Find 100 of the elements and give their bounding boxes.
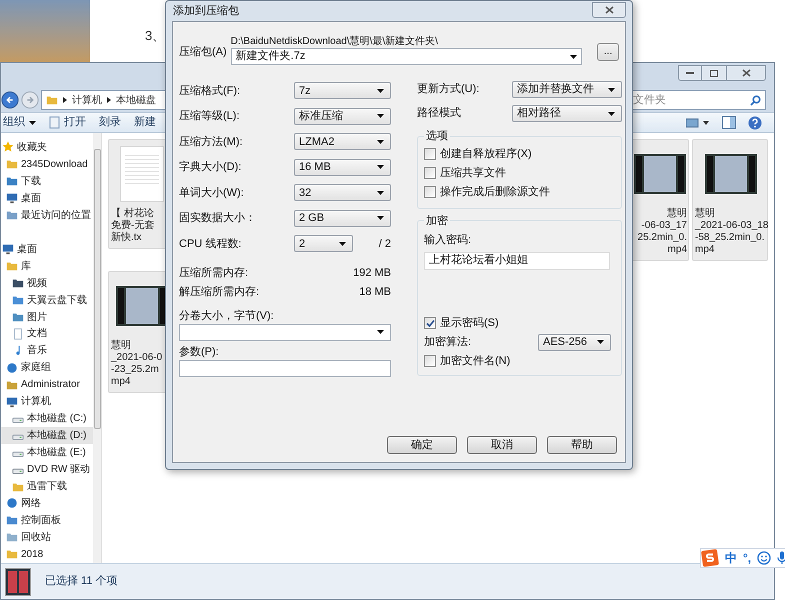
browse-button[interactable]: ... bbox=[597, 43, 619, 61]
dropdown-caret-icon bbox=[377, 88, 384, 93]
dropdown-caret-icon bbox=[570, 54, 578, 58]
nav-item[interactable]: 回收站 bbox=[1, 528, 93, 546]
file-tile[interactable]: 慧明 _2021-06-03_18 -58_25.2min_0. mp4 bbox=[692, 139, 768, 261]
nav-item[interactable]: 库 bbox=[1, 258, 93, 275]
toolbar-button[interactable]: 组织 bbox=[3, 114, 36, 131]
nav-item[interactable]: 控制面板 bbox=[1, 512, 93, 529]
input-method-logo-icon[interactable] bbox=[701, 549, 719, 567]
dropdown[interactable]: 2 bbox=[294, 235, 353, 252]
dropdown[interactable]: 添加并替换文件 bbox=[512, 81, 622, 98]
desktop-icon bbox=[2, 243, 14, 256]
nav-item[interactable]: 下载 bbox=[1, 172, 93, 190]
view-options-icon[interactable] bbox=[686, 118, 710, 128]
field-label: 解压缩所需内存: bbox=[179, 284, 260, 300]
dialog-button[interactable]: 帮助 bbox=[547, 436, 617, 454]
breadcrumb-item[interactable]: 计算机 bbox=[72, 92, 102, 108]
nav-item[interactable]: 2345Download bbox=[1, 156, 93, 173]
video-file-icon bbox=[5, 568, 31, 596]
nav-item[interactable]: 计算机 bbox=[1, 393, 93, 410]
archive-name-combo[interactable]: 新建文件夹.7z bbox=[230, 48, 582, 65]
dropdown[interactable]: 标准压缩 bbox=[294, 108, 391, 125]
field-label: 加密算法: bbox=[424, 334, 472, 350]
user-folder-icon bbox=[6, 378, 18, 391]
checkbox[interactable] bbox=[424, 186, 436, 198]
password-input[interactable]: 上村花论坛看小姐姐 bbox=[424, 252, 610, 270]
dropdown[interactable]: 2 GB bbox=[294, 210, 391, 227]
toolbar-button[interactable]: 新建 bbox=[134, 114, 156, 131]
dropdown[interactable]: 32 bbox=[294, 184, 391, 202]
dropdown-caret-icon bbox=[597, 340, 604, 344]
help-icon[interactable] bbox=[748, 116, 762, 130]
emoji-icon[interactable] bbox=[757, 551, 772, 565]
folder-icon bbox=[6, 158, 18, 170]
nav-item[interactable]: 收藏夹 bbox=[1, 139, 93, 156]
group-title: 选项 bbox=[425, 129, 449, 144]
dropdown-caret-icon bbox=[377, 330, 384, 334]
field-label: 更新方式(U): bbox=[417, 82, 480, 98]
nav-item[interactable]: 图片 bbox=[1, 308, 93, 326]
document-icon bbox=[49, 116, 60, 129]
field-label: 输入密码: bbox=[424, 232, 472, 248]
field-label: 固实数据大小： bbox=[179, 210, 257, 226]
dropdown[interactable]: LZMA2 bbox=[294, 133, 391, 150]
video-thumbnail bbox=[704, 154, 756, 194]
nav-item[interactable]: 文档 bbox=[1, 325, 93, 342]
thread-total: / 2 bbox=[378, 236, 391, 252]
close-button[interactable] bbox=[726, 65, 766, 81]
memory-value: 18 MB bbox=[359, 284, 391, 300]
breadcrumb-item[interactable]: 本地磁盘 bbox=[116, 92, 156, 108]
dropdown[interactable]: 16 MB bbox=[294, 158, 391, 176]
nav-item[interactable]: 家庭组 bbox=[1, 359, 93, 376]
dropdown-caret-icon bbox=[377, 190, 384, 195]
maximize-button[interactable] bbox=[702, 65, 726, 81]
folder-icon bbox=[6, 548, 18, 560]
nav-item[interactable]: 桌面 bbox=[1, 240, 93, 258]
dropdown-caret-icon bbox=[339, 242, 346, 246]
checkbox[interactable] bbox=[424, 148, 436, 160]
field-label: 字典大小(D): bbox=[179, 160, 242, 175]
nav-item[interactable]: DVD RW 驱动 bbox=[1, 461, 93, 478]
microphone-icon[interactable] bbox=[777, 551, 785, 565]
field-label: 分卷大小，字节(V): bbox=[179, 308, 275, 324]
dropdown-caret-icon bbox=[377, 216, 384, 220]
parameters-input[interactable] bbox=[179, 360, 391, 376]
checkbox[interactable] bbox=[424, 317, 436, 329]
scrollbar[interactable] bbox=[93, 133, 101, 563]
nav-item[interactable]: 桌面 bbox=[1, 190, 93, 207]
nav-item[interactable]: 网络 bbox=[1, 495, 93, 512]
chevron-icon bbox=[107, 97, 111, 103]
nav-item[interactable]: 本地磁盘 (C:) bbox=[1, 410, 93, 428]
dropdown[interactable]: AES-256 bbox=[538, 334, 611, 350]
dialog-close-button[interactable] bbox=[592, 2, 626, 18]
checkbox-label: 压缩共享文件 bbox=[440, 166, 506, 181]
nav-item[interactable]: 音乐 bbox=[1, 342, 93, 360]
dropdown[interactable]: 相对路径 bbox=[512, 105, 622, 122]
ime-mode[interactable]: 中 bbox=[725, 549, 737, 567]
checkbox[interactable] bbox=[424, 167, 436, 179]
nav-item[interactable]: 本地磁盘 (D:) bbox=[1, 427, 93, 444]
preview-pane-icon[interactable] bbox=[722, 116, 736, 129]
toolbar-button[interactable]: 打开 bbox=[49, 114, 86, 131]
nav-item[interactable]: 2018 bbox=[1, 546, 93, 563]
dropdown-caret-icon bbox=[608, 112, 615, 116]
dialog-button[interactable]: 确定 bbox=[387, 436, 457, 454]
minimize-button[interactable] bbox=[678, 65, 702, 81]
nav-item[interactable]: 本地磁盘 (E:) bbox=[1, 444, 93, 462]
nav-item[interactable]: 迅雷下载 bbox=[1, 478, 93, 496]
nav-item[interactable]: 天翼云盘下载 bbox=[1, 292, 93, 309]
back-button[interactable] bbox=[1, 91, 19, 109]
close-icon bbox=[742, 69, 750, 77]
nav-item[interactable]: 视频 bbox=[1, 274, 93, 292]
desktop-icon bbox=[6, 192, 18, 204]
toolbar-button[interactable]: 刻录 bbox=[99, 114, 121, 131]
dialog-button[interactable]: 取消 bbox=[467, 436, 537, 454]
field-label: 压缩方法(M): bbox=[179, 134, 244, 150]
dropdown[interactable]: 7z bbox=[294, 82, 391, 100]
nav-item[interactable]: 最近访问的位置 bbox=[1, 206, 93, 224]
nav-item[interactable]: Administrator bbox=[1, 376, 93, 394]
field-label: 压缩包(A) bbox=[179, 44, 228, 60]
checkbox-label: 加密文件名(N) bbox=[440, 354, 510, 369]
punctuation-mode[interactable]: °, bbox=[743, 549, 752, 567]
checkbox[interactable] bbox=[424, 355, 436, 367]
field-label: 压缩所需内存: bbox=[179, 266, 248, 281]
